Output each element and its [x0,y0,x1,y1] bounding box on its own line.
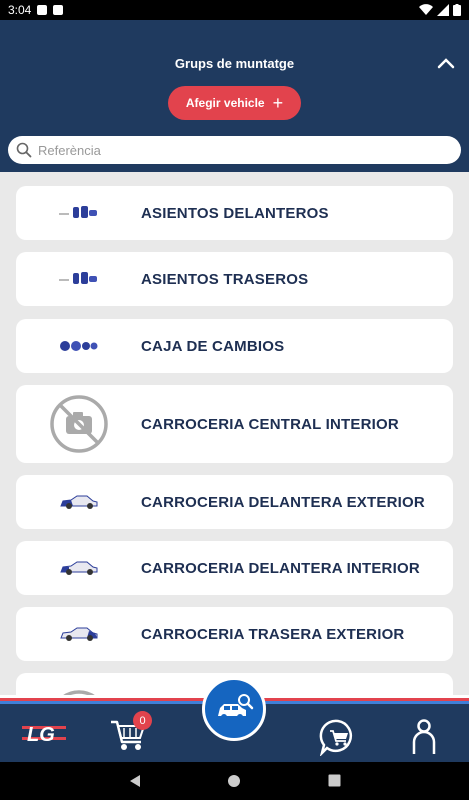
lg-logo-icon: LG [22,724,66,746]
list-item[interactable]: ASIENTOS DELANTEROS [16,186,453,240]
no-photo-icon [49,395,108,453]
system-navigation-bar [0,762,469,800]
seats-icon [58,206,97,218]
car-icon [59,627,97,641]
sd-card-icon [53,5,64,15]
search-icon [16,142,32,158]
list-item[interactable]: CAJA DE CAMBIOS [16,319,453,373]
list-item-label: CARROCERIA DELANTERA EXTERIOR [141,493,425,511]
list-item[interactable]: ASIENTOS TRASEROS [16,252,453,306]
back-icon[interactable] [128,774,142,788]
list-item-label: CARROCERIA CENTRAL INTERIOR [141,415,399,433]
car-icon [59,561,97,575]
status-bar: 3:04 [0,0,469,20]
header: Grups de muntatge Afegir vehicle + [0,20,469,172]
user-icon [412,719,436,754]
chevron-up-icon[interactable] [435,52,457,74]
category-list[interactable]: ASIENTOS DELANTEROS ASIENTOS TRASEROS CA… [0,172,469,696]
logo[interactable]: LG [22,717,68,749]
car-search-icon [218,694,254,720]
vehicle-search-button[interactable] [202,677,266,741]
add-vehicle-label: Afegir vehicle [185,96,265,110]
list-item[interactable]: CARROCERIA CENTRAL INTERIOR [16,385,453,463]
add-vehicle-button[interactable]: Afegir vehicle + [168,86,301,120]
car-icon [59,495,97,509]
list-item-label: ASIENTOS TRASEROS [141,270,309,288]
list-item-label: CARROCERIA TRASERA EXTERIOR [141,625,405,643]
battery-icon [453,4,461,16]
list-item-label: CARROCERIA DELANTERA INTERIOR [141,559,420,577]
bottom-nav: LG 0 [0,677,469,762]
status-time: 3:04 [8,3,32,17]
list-item-label: CAJA DE CAMBIOS [141,337,285,355]
list-item[interactable]: CARROCERIA DELANTERA INTERIOR [16,541,453,595]
chat-cart-button[interactable] [318,717,358,757]
home-icon[interactable] [227,774,241,788]
svg-text:LG: LG [27,724,55,746]
recents-icon[interactable] [328,774,341,787]
gearbox-icon [59,341,97,351]
cart-count-badge: 0 [133,711,152,730]
search-input[interactable] [38,142,438,158]
signal-icon [437,4,449,16]
notification-icon [37,5,48,15]
list-item-label: ASIENTOS DELANTEROS [141,204,329,222]
seats-icon [58,272,97,284]
page-title: Grups de muntatge [174,56,295,71]
list-item[interactable]: CARROCERIA DELANTERA EXTERIOR [16,475,453,529]
search-bar[interactable] [8,136,461,164]
app-screen: Grups de muntatge Afegir vehicle + Refer… [0,20,469,762]
plus-icon: + [272,93,284,113]
profile-button[interactable] [404,717,444,757]
list-item[interactable]: CARROCERIA TRASERA EXTERIOR [16,607,453,661]
wifi-icon [419,4,433,16]
chat-cart-icon [319,719,352,756]
